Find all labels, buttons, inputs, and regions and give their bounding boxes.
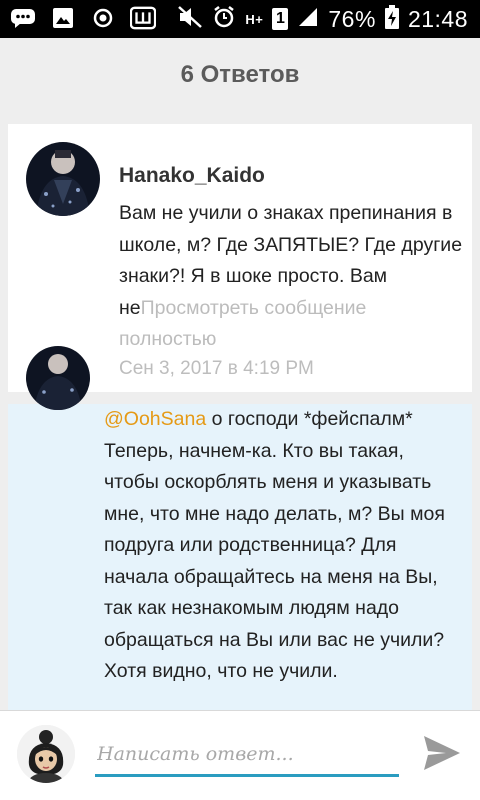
commenter-username[interactable]: Hanako_Kaido <box>119 164 265 188</box>
signal-icon <box>297 6 319 32</box>
page-header: 6 Ответов <box>0 38 480 112</box>
my-avatar[interactable] <box>17 725 75 783</box>
network-type: H+ <box>245 11 264 27</box>
battery-icon <box>384 5 399 33</box>
comment-timestamp: Сен 3, 2017 в 4:19 PM <box>119 358 314 379</box>
reply-body: о господи *фейспалм* Теперь, начнем-ка. … <box>104 408 445 682</box>
chat-icon <box>10 6 36 30</box>
page-title: 6 Ответов <box>180 61 300 88</box>
reply-author-avatar[interactable] <box>26 346 90 410</box>
commenter-avatar[interactable] <box>26 142 100 216</box>
mention-link[interactable]: @OohSana <box>104 408 206 430</box>
reply-composer <box>0 710 480 800</box>
reply-input[interactable] <box>95 733 399 777</box>
view-full-message-link[interactable]: Просмотреть сообщение полностью <box>119 297 366 351</box>
status-bar: H+ 1 76% 21:48 <box>0 0 480 38</box>
send-button[interactable] <box>418 733 466 777</box>
image-icon <box>50 6 76 30</box>
system-indicators: H+ 1 76% 21:48 <box>177 4 468 34</box>
battery-percent: 76% <box>328 5 376 32</box>
keyboard-icon <box>130 6 156 30</box>
replies-list[interactable]: Hanako_Kaido Вам не учили о знаках препи… <box>0 112 480 710</box>
clock: 21:48 <box>407 5 468 32</box>
send-icon <box>422 734 462 776</box>
sim-icon: 1 <box>272 8 289 30</box>
notification-icons <box>10 6 156 30</box>
alarm-icon <box>212 5 236 33</box>
record-icon <box>90 6 116 30</box>
comment-text: Вам не учили о знаках препинания в школе… <box>119 198 469 356</box>
reply-card[interactable]: @OohSana о господи *фейспалм* Теперь, на… <box>8 346 472 710</box>
mute-icon <box>177 5 203 33</box>
reply-text: @OohSana о господи *фейспалм* Теперь, на… <box>104 404 460 688</box>
